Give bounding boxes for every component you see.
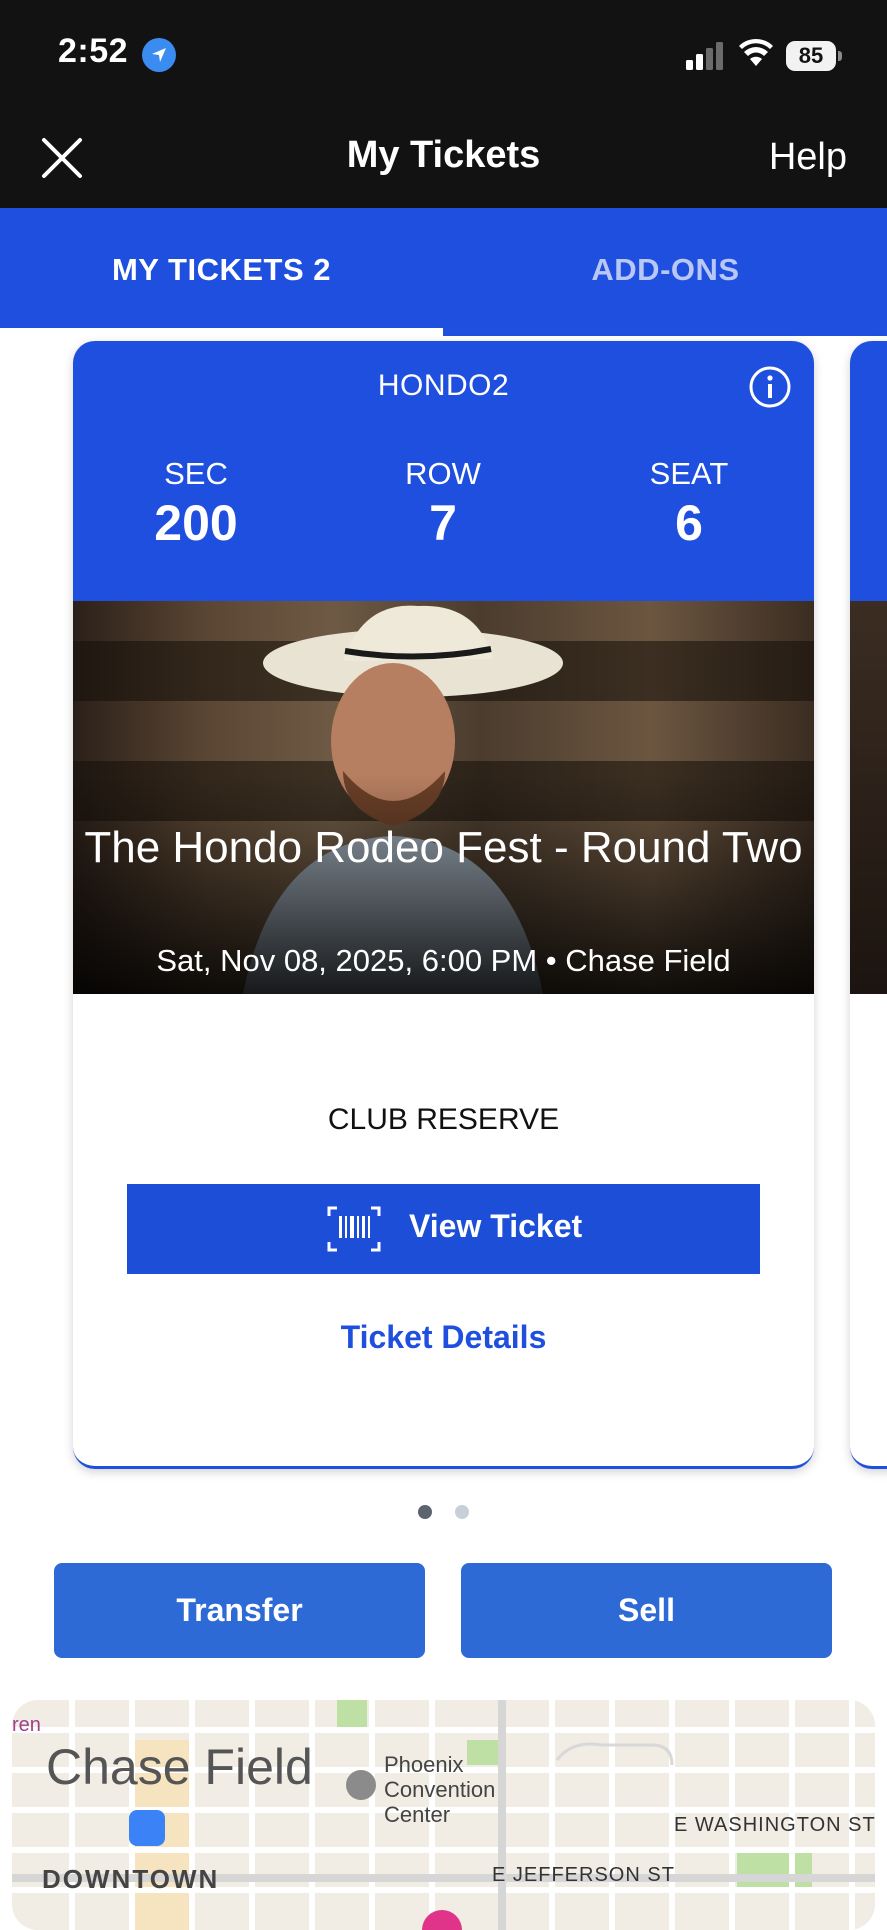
page-indicator: [0, 1505, 887, 1524]
cellular-signal-icon: [686, 42, 723, 70]
tab-my-tickets[interactable]: MY TICKETS 2: [0, 252, 443, 288]
map-district-label: DOWNTOWN: [42, 1864, 220, 1894]
help-link[interactable]: Help: [769, 136, 847, 179]
page-dot-2[interactable]: [454, 1505, 469, 1519]
section-info: SEC 200: [96, 456, 296, 552]
map-partial-label: ren: [12, 1714, 41, 1736]
transfer-button[interactable]: Transfer: [54, 1563, 425, 1658]
map-street-washington: E WASHINGTON ST: [674, 1814, 875, 1836]
view-ticket-button[interactable]: View Ticket: [127, 1184, 760, 1274]
battery-icon: 85: [786, 41, 842, 71]
venue-map[interactable]: ren Chase Field Phoenix Convention Cente…: [12, 1700, 875, 1930]
battery-level: 85: [786, 41, 836, 71]
seat-value: 6: [675, 495, 703, 551]
row-label: ROW: [405, 456, 481, 491]
row-value: 7: [429, 495, 457, 551]
section-value: 200: [154, 495, 238, 551]
wifi-icon: [739, 38, 773, 66]
info-icon[interactable]: [748, 365, 792, 409]
light-rail-icon: [129, 1810, 165, 1846]
event-title: The Hondo Rodeo Fest - Round Two: [84, 823, 803, 872]
tab-bar: MY TICKETS 2 ADD-ONS: [0, 208, 887, 336]
map-poi-label: Phoenix Convention Center: [384, 1752, 496, 1827]
barcode-icon: [327, 1206, 381, 1252]
ticket-details-link[interactable]: Ticket Details: [73, 1319, 814, 1356]
event-date-venue: Sat, Nov 08, 2025, 6:00 PM • Chase Field: [156, 943, 731, 978]
nav-bar: My Tickets Help: [0, 110, 887, 208]
seating-type: CLUB RESERVE: [327, 1103, 560, 1136]
convention-center-icon: [346, 1770, 376, 1800]
location-arrow-icon: [142, 38, 176, 72]
next-ticket-card[interactable]: [850, 341, 887, 1469]
page-title: My Tickets: [346, 134, 541, 176]
event-image: The Hondo Rodeo Fest - Round Two Sat, No…: [73, 601, 814, 994]
ticket-card[interactable]: HONDO2 SEC 200 ROW 7 SEAT 6 The Hondo Ro…: [73, 341, 814, 1469]
seat-info: SEAT 6: [589, 456, 789, 552]
tab-add-ons[interactable]: ADD-ONS: [444, 252, 887, 288]
status-bar: 2:52 85: [0, 0, 887, 110]
section-label: SEC: [164, 456, 228, 491]
map-street-jefferson: E JEFFERSON ST: [492, 1864, 675, 1886]
tab-divider: [0, 328, 443, 336]
view-ticket-label: View Ticket: [409, 1208, 583, 1244]
seat-label: SEAT: [649, 456, 729, 491]
row-info: ROW 7: [343, 456, 543, 552]
page-dot-1[interactable]: [418, 1505, 433, 1519]
ticket-header: HONDO2 SEC 200 ROW 7 SEAT 6: [73, 341, 814, 601]
sell-button[interactable]: Sell: [461, 1563, 832, 1658]
status-time: 2:52: [58, 32, 129, 70]
map-venue-label: Chase Field: [46, 1739, 313, 1795]
ticket-code: HONDO2: [377, 369, 510, 402]
